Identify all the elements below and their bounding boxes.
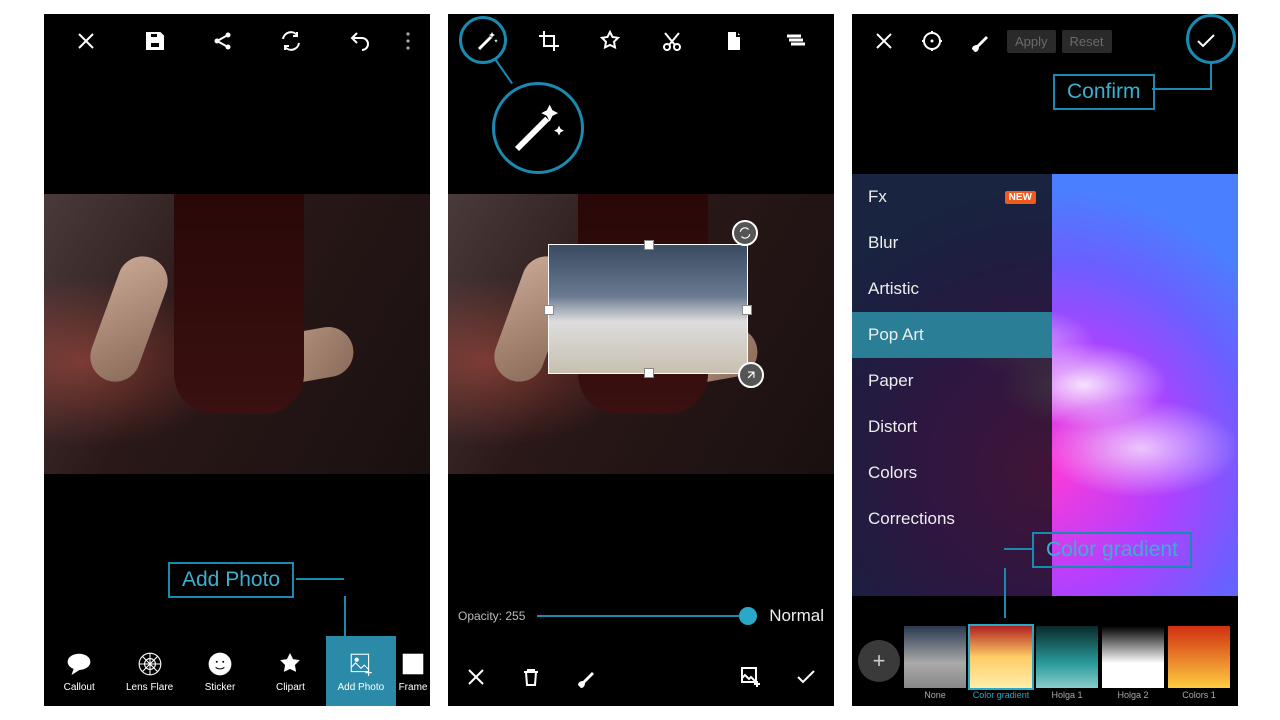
bottom-toolstrip: Callout Lens Flare Sticker Clipart Add P… — [44, 636, 430, 706]
preset-label: Holga 1 — [1051, 690, 1082, 700]
blend-mode-select[interactable]: Normal — [769, 606, 824, 626]
undo-icon[interactable] — [326, 14, 394, 68]
apply-button[interactable]: Apply — [1007, 30, 1056, 53]
preset-row: + None Color gradient Holga 1 Holga 2 Co… — [852, 612, 1238, 706]
refresh-icon[interactable] — [257, 14, 325, 68]
screen-fx-popart: Apply Reset Confirm FxNEW Blur Artistic … — [852, 14, 1238, 706]
fx-item-paper[interactable]: Paper — [852, 358, 1052, 404]
annotation-effects-big — [492, 82, 584, 174]
fx-category-list: FxNEW Blur Artistic Pop Art Paper Distor… — [852, 174, 1052, 596]
preset-label: Colors 1 — [1182, 690, 1216, 700]
opacity-slider[interactable] — [537, 615, 757, 617]
fx-item-blur[interactable]: Blur — [852, 220, 1052, 266]
canvas-photo[interactable] — [448, 194, 834, 474]
annotation-add-photo: Add Photo — [168, 562, 294, 598]
add-preset-button[interactable]: + — [858, 640, 900, 682]
new-badge: NEW — [1005, 191, 1036, 204]
page-icon[interactable] — [703, 14, 765, 68]
top-toolbar: Apply Reset — [852, 14, 1238, 68]
tool-frame[interactable]: Frame — [396, 636, 430, 706]
annotation-color-gradient: Color gradient — [1032, 532, 1192, 568]
crop-icon[interactable] — [518, 14, 580, 68]
opacity-label: Opacity: 255 — [458, 609, 525, 623]
tool-sticker[interactable]: Sticker — [185, 636, 255, 706]
annotation-effects-small — [459, 16, 507, 64]
share-icon[interactable] — [189, 14, 257, 68]
cancel-icon[interactable] — [448, 650, 503, 704]
opacity-slider-row: Opacity: 255 Normal — [448, 594, 834, 638]
preset-holga1[interactable]: Holga 1 — [1036, 626, 1098, 700]
bottom-action-bar — [448, 650, 834, 706]
preset-color-gradient[interactable]: Color gradient — [970, 626, 1032, 700]
tool-callout[interactable]: Callout — [44, 636, 114, 706]
layers-icon[interactable] — [764, 14, 826, 68]
close-icon[interactable] — [52, 14, 120, 68]
screen-effects-tool: Opacity: 255 Normal — [448, 14, 834, 706]
preset-label: Holga 2 — [1117, 690, 1148, 700]
tool-clipart[interactable]: Clipart — [255, 636, 325, 706]
close-icon[interactable] — [860, 14, 908, 68]
annotation-confirm-circle — [1186, 14, 1236, 64]
tool-lensflare[interactable]: Lens Flare — [114, 636, 184, 706]
tool-label: Sticker — [205, 682, 236, 693]
cut-icon[interactable] — [641, 14, 703, 68]
brush-icon[interactable] — [956, 14, 1004, 68]
add-photo-icon[interactable] — [724, 650, 779, 704]
target-icon[interactable] — [908, 14, 956, 68]
fx-item-artistic[interactable]: Artistic — [852, 266, 1052, 312]
more-icon[interactable] — [394, 14, 422, 68]
fx-item-popart[interactable]: Pop Art — [852, 312, 1052, 358]
tool-addphoto[interactable]: Add Photo — [326, 636, 396, 706]
preset-label: None — [924, 690, 946, 700]
tool-label: Lens Flare — [126, 682, 173, 693]
preset-none[interactable]: None — [904, 626, 966, 700]
brush-icon[interactable] — [558, 650, 613, 704]
preset-holga2[interactable]: Holga 2 — [1102, 626, 1164, 700]
star-icon[interactable] — [579, 14, 641, 68]
fx-item-fx[interactable]: FxNEW — [852, 174, 1052, 220]
reset-button[interactable]: Reset — [1062, 30, 1112, 53]
scale-handle-icon[interactable] — [738, 362, 764, 388]
tool-label: Callout — [64, 682, 95, 693]
canvas-photo[interactable] — [44, 194, 430, 474]
screen-edit-add-photo: Add Photo Callout Lens Flare Sticker Cli… — [44, 14, 430, 706]
rotate-handle-icon[interactable] — [732, 220, 758, 246]
fx-item-distort[interactable]: Distort — [852, 404, 1052, 450]
delete-icon[interactable] — [503, 650, 558, 704]
tool-label: Frame — [399, 682, 428, 693]
top-toolbar — [44, 14, 430, 68]
tool-label: Clipart — [276, 682, 305, 693]
fx-item-corrections[interactable]: Corrections — [852, 496, 1052, 542]
preset-label: Color gradient — [973, 690, 1030, 700]
save-icon[interactable] — [120, 14, 188, 68]
annotation-confirm: Confirm — [1053, 74, 1155, 110]
preset-colors1[interactable]: Colors 1 — [1168, 626, 1230, 700]
inserted-photo[interactable] — [548, 244, 748, 374]
tool-label: Add Photo — [337, 682, 384, 693]
confirm-icon[interactable] — [779, 650, 834, 704]
fx-item-colors[interactable]: Colors — [852, 450, 1052, 496]
